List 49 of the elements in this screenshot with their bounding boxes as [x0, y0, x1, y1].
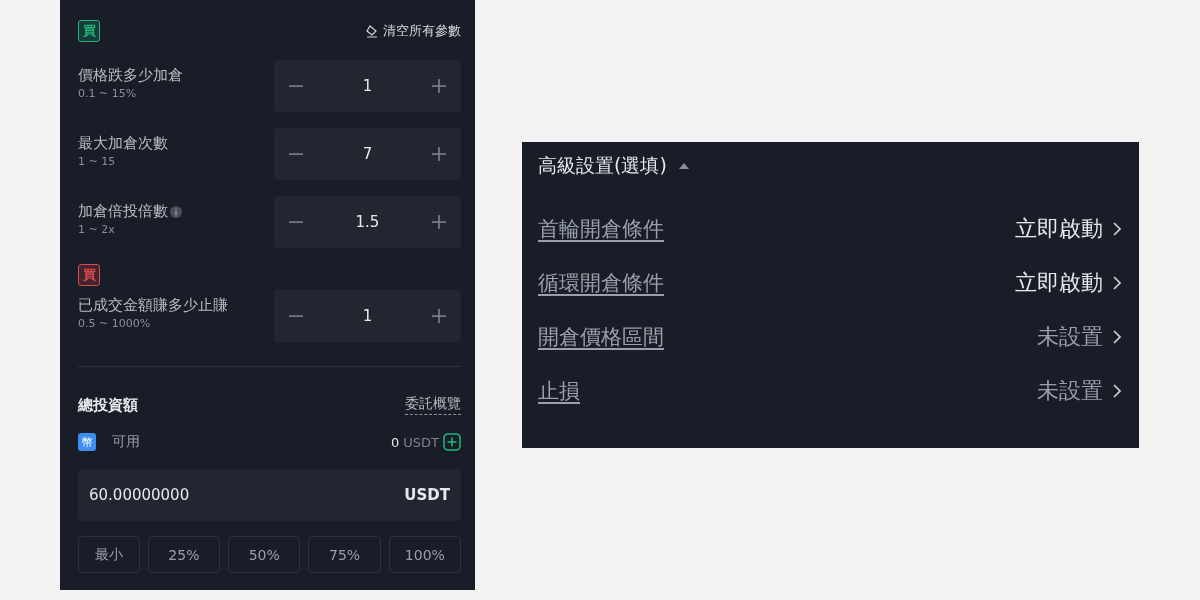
param-range: 0.5 ~ 1000% — [78, 317, 152, 330]
side-badge: 買 — [78, 20, 100, 42]
setting-value[interactable]: 未設置 — [1037, 376, 1103, 406]
chevron-icon[interactable] — [1113, 222, 1121, 236]
stepper-field[interactable]: 1 — [274, 60, 461, 112]
setting-link[interactable]: 首輪開倉條件 — [538, 215, 664, 243]
percent-button[interactable]: 最小 — [78, 536, 140, 573]
param-range: 1 ~ 2x — [78, 223, 116, 236]
param-label: 價格跌多少加倉 — [78, 66, 183, 85]
caret-icon[interactable] — [678, 163, 689, 169]
param-range: 1 ~ 15 — [78, 155, 117, 168]
param-label: 最大加倉次數 — [78, 134, 168, 153]
percent-button[interactable]: 75% — [308, 536, 381, 573]
eraser-icon — [365, 24, 379, 38]
setting-value[interactable]: 未設置 — [1037, 322, 1103, 352]
available-label: 可用 — [112, 433, 140, 451]
param-label: 已成交金額賺多少止賺 — [78, 296, 228, 315]
clear-all-button[interactable]: 清空所有參數 — [365, 22, 461, 40]
section-title[interactable]: 高級設置(選填) — [538, 153, 667, 179]
currency-unit: USDT — [403, 434, 439, 450]
plus-icon[interactable] — [431, 214, 447, 230]
plus-icon[interactable] — [431, 78, 447, 94]
plus-icon[interactable] — [431, 308, 447, 324]
percent-button[interactable]: 100% — [388, 536, 461, 573]
amount-field[interactable]: 60.00000000 USDT — [78, 469, 461, 521]
setting-value[interactable]: 立即啟動 — [1015, 214, 1103, 244]
percent-button[interactable]: 50% — [228, 536, 301, 573]
setting-value[interactable]: 立即啟動 — [1015, 268, 1103, 298]
setting-link[interactable]: 止損 — [538, 377, 580, 405]
stepper-field[interactable]: 1 — [274, 290, 461, 342]
chevron-icon[interactable] — [1113, 384, 1121, 398]
available-amount: 0 — [391, 434, 400, 450]
coin-badge: 幣 — [78, 433, 96, 451]
setting-link[interactable]: 開倉價格區間 — [538, 323, 664, 351]
percent-button[interactable]: 25% — [147, 536, 221, 573]
stepper-field[interactable]: 7 — [274, 128, 461, 180]
stepper-field[interactable]: 1.5 — [274, 196, 461, 248]
currency-unit: USDT — [404, 486, 450, 504]
section-title: 總投資額 — [78, 395, 138, 415]
setting-link[interactable]: 循環開倉條件 — [538, 269, 664, 297]
chevron-icon[interactable] — [1113, 330, 1121, 344]
side-badge: 買 — [78, 264, 100, 286]
add-icon[interactable] — [443, 433, 461, 451]
param-range: 0.1 ~ 15% — [78, 87, 138, 100]
info-icon[interactable] — [170, 205, 182, 218]
order-overview-link[interactable]: 委託概覽 — [405, 395, 461, 415]
chevron-icon[interactable] — [1113, 276, 1121, 290]
plus-icon[interactable] — [431, 146, 447, 162]
param-label: 加倉倍投倍數 — [78, 202, 168, 221]
